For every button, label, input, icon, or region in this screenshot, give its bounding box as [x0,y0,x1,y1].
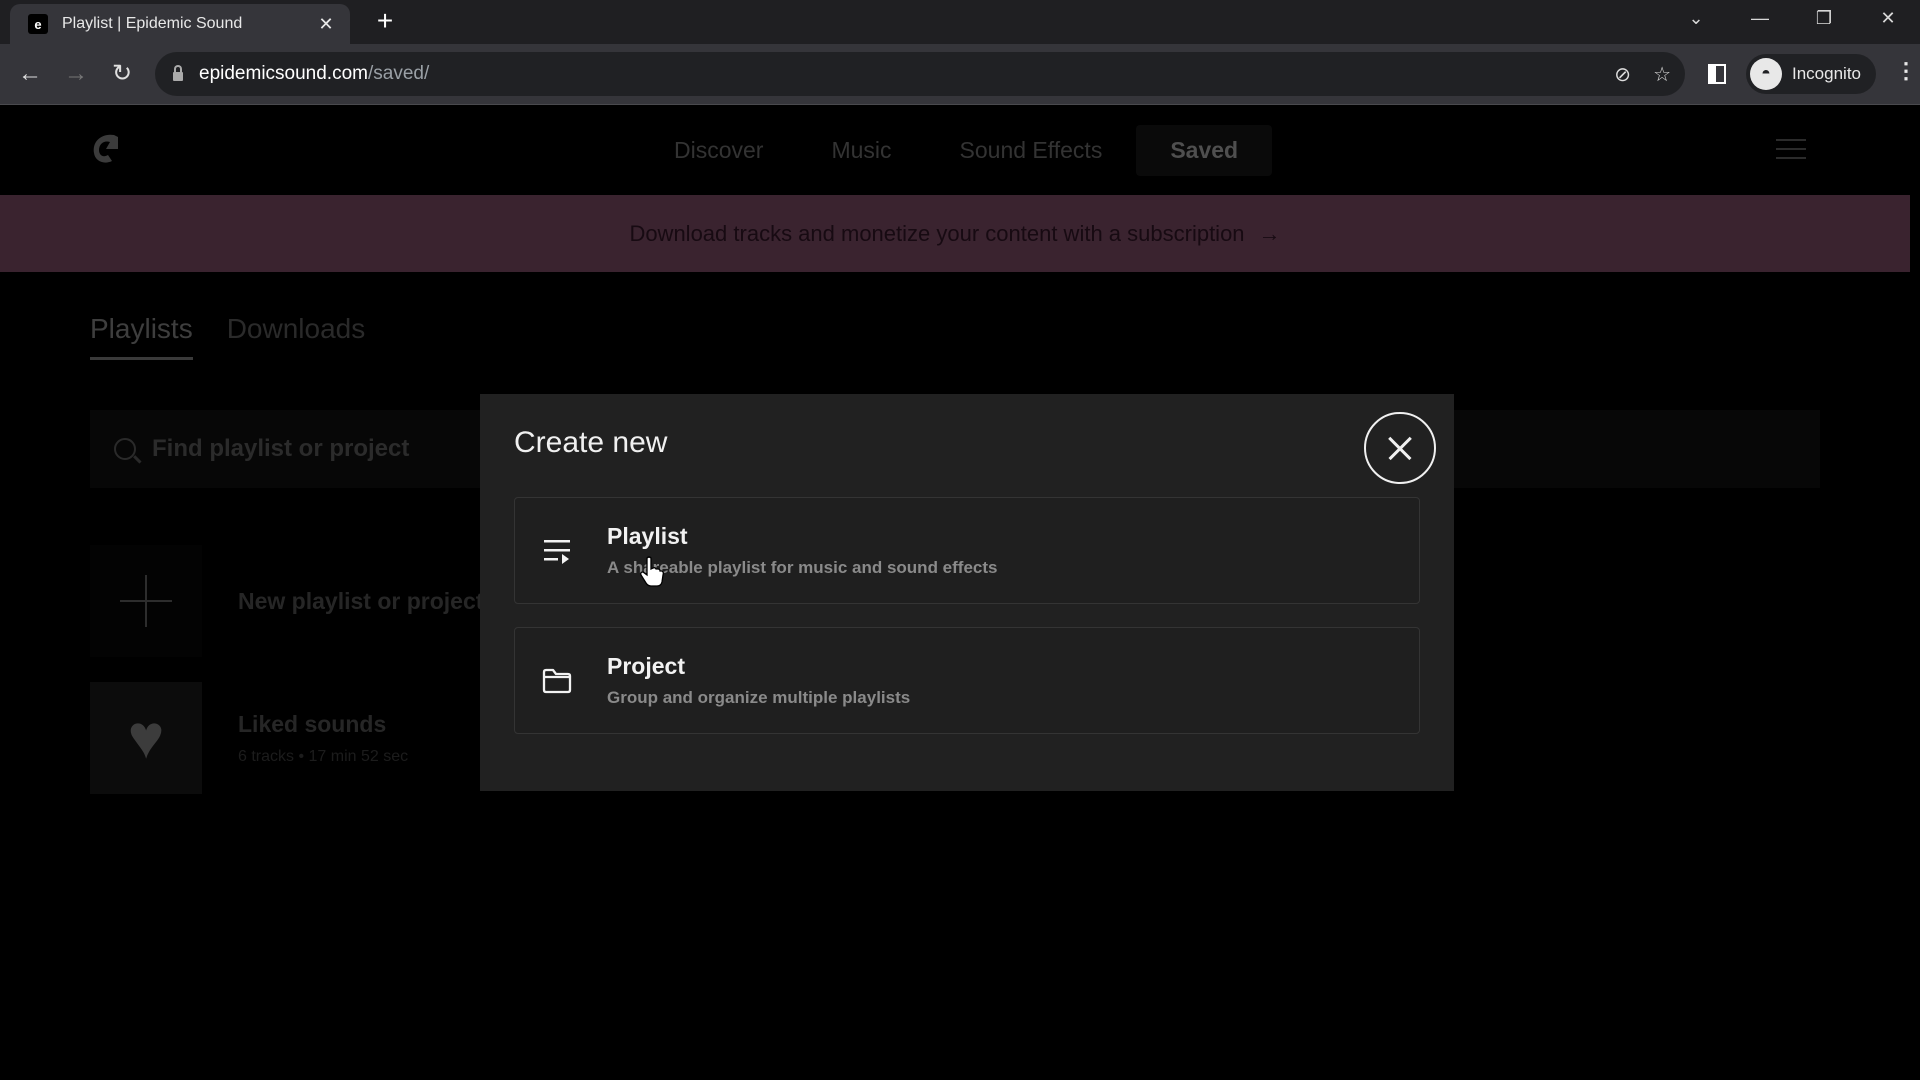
folder-icon [539,668,575,694]
hamburger-menu-icon[interactable] [1776,139,1806,166]
lock-icon [173,65,183,81]
nav-music[interactable]: Music [797,125,925,176]
browser-tab-bar: e Playlist | Epidemic Sound ✕ + ⌄ — ❐ ✕ [0,0,1920,44]
search-icon [114,438,136,460]
arrow-right-icon: → [1258,220,1281,246]
minimize-icon[interactable]: — [1728,8,1792,29]
restore-icon[interactable]: ❐ [1792,8,1856,29]
back-arrow-icon[interactable]: ← [14,58,46,90]
incognito-label: Incognito [1792,64,1861,83]
tab-playlists[interactable]: Playlists [90,313,193,360]
bookmark-star-icon[interactable]: ☆ [1653,62,1671,87]
tab-search-icon[interactable]: ⌄ [1664,8,1728,29]
option-title: Playlist [607,523,688,549]
side-panel-icon[interactable] [1708,64,1726,84]
reload-icon[interactable]: ↻ [106,58,138,90]
create-new-modal: Create new Playlist A shareable playlist… [480,394,1454,791]
new-playlist-item[interactable]: New playlist or project [90,545,483,657]
window-controls: ⌄ — ❐ ✕ [1664,0,1920,36]
browser-tab[interactable]: e Playlist | Epidemic Sound ✕ [10,4,350,44]
close-icon[interactable] [1364,412,1436,484]
incognito-icon: ◓ [1750,58,1782,90]
nav-sound-effects[interactable]: Sound Effects [926,125,1137,176]
new-tab-button[interactable]: + [370,6,400,36]
incognito-profile-button[interactable]: ◓ Incognito [1746,54,1876,94]
site-header: Discover Music Sound Effects Saved [0,105,1920,195]
modal-title: Create new [514,426,668,459]
plus-icon [120,575,172,627]
epidemic-favicon-icon: e [28,14,48,34]
browser-menu-icon[interactable]: ⋮ [1895,58,1917,84]
heart-icon: ♥ [127,703,165,772]
url-path: /saved/ [367,63,430,84]
saved-tabs: Playlists Downloads [90,313,365,360]
create-project-option[interactable]: Project Group and organize multiple play… [514,627,1420,734]
tab-close-icon[interactable]: ✕ [316,14,336,35]
liked-sounds-item[interactable]: ♥ Liked sounds 6 tracks • 17 min 52 sec [90,682,408,794]
nav-saved[interactable]: Saved [1136,125,1273,176]
tab-title: Playlist | Epidemic Sound [62,15,243,32]
search-placeholder: Find playlist or project [152,435,410,462]
list-item-title: Liked sounds [238,710,387,737]
forward-arrow-icon[interactable]: → [60,58,92,90]
list-item-subtitle: 6 tracks • 17 min 52 sec [238,747,409,765]
nav-discover[interactable]: Discover [640,125,797,176]
option-description: A shareable playlist for music and sound… [607,558,998,577]
main-nav: Discover Music Sound Effects Saved [640,125,1273,176]
address-bar[interactable]: epidemicsound.com /saved/ ⊘ ☆ [155,52,1685,96]
subscription-banner[interactable]: Download tracks and monetize your conten… [0,195,1910,272]
banner-text: Download tracks and monetize your conten… [629,220,1245,246]
tab-downloads[interactable]: Downloads [227,313,366,360]
list-item-title: New playlist or project [238,587,484,614]
new-playlist-thumb [90,545,202,657]
window-close-icon[interactable]: ✕ [1856,8,1920,29]
hand-cursor-icon [640,556,664,587]
playlist-icon [539,537,575,565]
tracking-blocked-eye-icon[interactable]: ⊘ [1614,62,1631,87]
epidemic-logo-icon[interactable] [90,131,122,165]
option-description: Group and organize multiple playlists [607,688,911,707]
url-host: epidemicsound.com [199,63,368,84]
option-title: Project [607,653,685,679]
browser-toolbar: ← → ↻ epidemicsound.com /saved/ ⊘ ☆ ◓ In… [0,44,1920,105]
liked-sounds-thumb: ♥ [90,682,202,794]
